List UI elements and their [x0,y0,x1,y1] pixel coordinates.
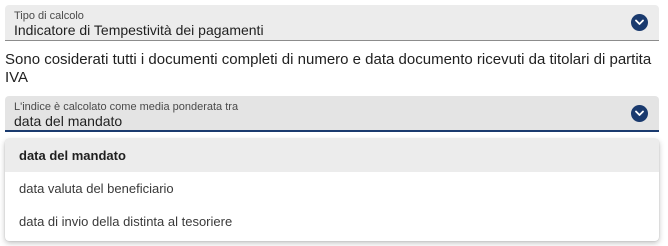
dropdown-option-data-invio-distinta[interactable]: data di invio della distinta al tesorier… [5,205,659,238]
calc-type-value: Indicatore di Tempestività dei pagamenti [14,22,264,38]
weighted-average-label: L'indice è calcolato come media ponderat… [14,101,239,113]
chevron-down-icon[interactable] [631,105,648,122]
calc-type-select[interactable]: Tipo di calcolo Indicatore di Tempestivi… [5,5,659,41]
dropdown-menu: data del mandato data valuta del benefic… [5,139,659,241]
calc-type-label: Tipo di calcolo [14,10,84,22]
dropdown-option-data-valuta[interactable]: data valuta del beneficiario [5,172,659,205]
dropdown-option-data-mandato[interactable]: data del mandato [5,139,659,172]
description-text: Sono cosiderati tutti i documenti comple… [5,51,652,86]
chevron-down-icon[interactable] [631,14,648,31]
weighted-average-select[interactable]: L'indice è calcolato come media ponderat… [5,96,659,132]
weighted-average-value: data del mandato [14,113,123,129]
